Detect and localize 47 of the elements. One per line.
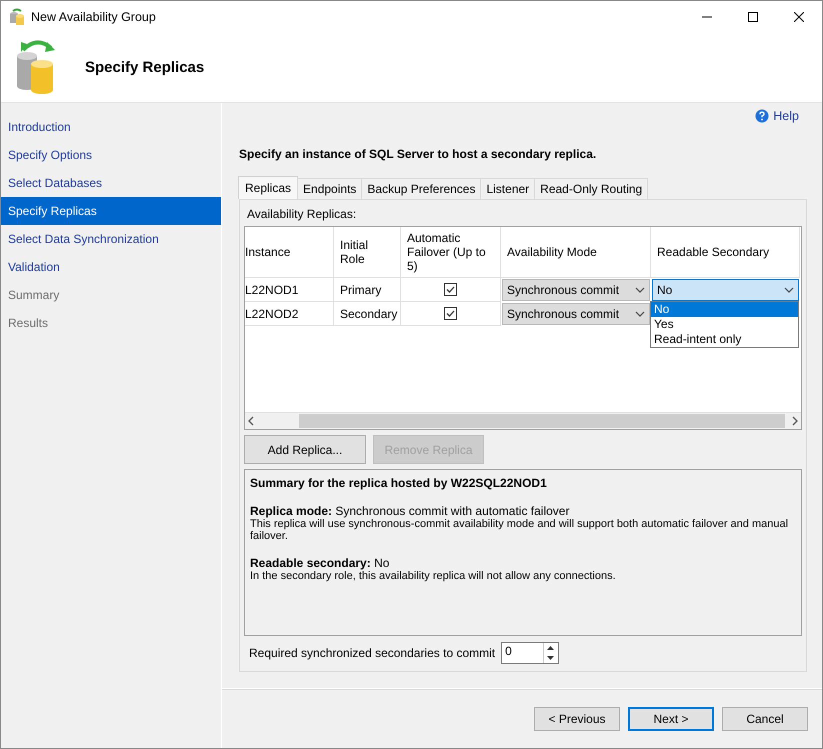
checkbox[interactable] — [444, 307, 457, 320]
checkbox[interactable] — [444, 283, 457, 296]
readable-secondary-dropdown[interactable]: No — [652, 279, 799, 301]
help-link[interactable]: Help — [773, 109, 799, 123]
summary-description: In the secondary role, this availability replica will not allow any connections. — [250, 570, 617, 582]
field-label: Required synchronized secondaries to commit — [249, 646, 496, 660]
sidebar-item[interactable]: Specify Options — [1, 141, 221, 169]
dropdown-option[interactable]: Read-intent only — [651, 332, 798, 347]
section-label: Availability Replicas: — [247, 207, 358, 221]
sidebar-item[interactable]: Validation — [1, 253, 221, 281]
column-header: Readable Secondary — [651, 227, 800, 278]
availability-mode-dropdown[interactable]: Synchronous commit — [502, 303, 650, 325]
horizontal-scrollbar[interactable] — [245, 412, 801, 429]
tab[interactable]: Read-Only Routing — [534, 178, 648, 199]
column-header: Initial Role — [334, 227, 401, 278]
summary-title: Summary for the replica hosted by W22SQL22NOD1 — [250, 476, 548, 490]
summary-description: This replica will use synchronous-commit availability mode and will support both automatic failover and manual failover. — [250, 518, 790, 542]
summary-field: Readable secondary: No — [250, 556, 796, 570]
sidebar-item[interactable]: Introduction — [1, 113, 221, 141]
column-header: Automatic Failover (Up to 5) — [401, 227, 501, 278]
summary-field: Replica mode: Synchronous commit with automatic failover — [250, 504, 796, 518]
sidebar-item[interactable]: Specify Replicas — [1, 197, 221, 225]
column-header: Instance — [245, 227, 334, 278]
table-cell: L22NOD1 — [245, 278, 334, 302]
add-replica-button[interactable]: Add Replica... — [244, 435, 366, 464]
window-title: New Availability Group — [31, 10, 157, 24]
dropdown-option[interactable]: Yes — [651, 317, 798, 332]
database-icon — [9, 8, 25, 26]
number-spinner[interactable]: 0 — [501, 642, 560, 664]
sidebar-item[interactable]: Select Databases — [1, 169, 221, 197]
availability-mode-dropdown[interactable]: Synchronous commit — [502, 279, 650, 301]
help-icon[interactable] — [755, 109, 770, 123]
table-cell: L22NOD2 — [245, 302, 334, 326]
tab[interactable]: Endpoints — [297, 178, 362, 199]
table-cell: Secondary — [334, 302, 401, 326]
sidebar-item[interactable]: Select Data Synchronization — [1, 225, 221, 253]
cancel-button[interactable]: Cancel — [722, 707, 808, 731]
previous-button[interactable]: < Previous — [534, 707, 620, 731]
instruction-text: Specify an instance of SQL Server to host a secondary replica. — [239, 147, 598, 161]
table-cell: Primary — [334, 278, 401, 302]
dropdown-option[interactable]: No — [651, 302, 798, 317]
sidebar-item[interactable]: Results — [1, 309, 221, 337]
next-button[interactable]: Next > — [628, 707, 714, 731]
page-title: Specify Replicas — [85, 58, 204, 76]
column-header: Availability Mode — [501, 227, 651, 278]
tab[interactable]: Replicas — [238, 176, 298, 199]
sidebar-item[interactable]: Summary — [1, 281, 221, 309]
